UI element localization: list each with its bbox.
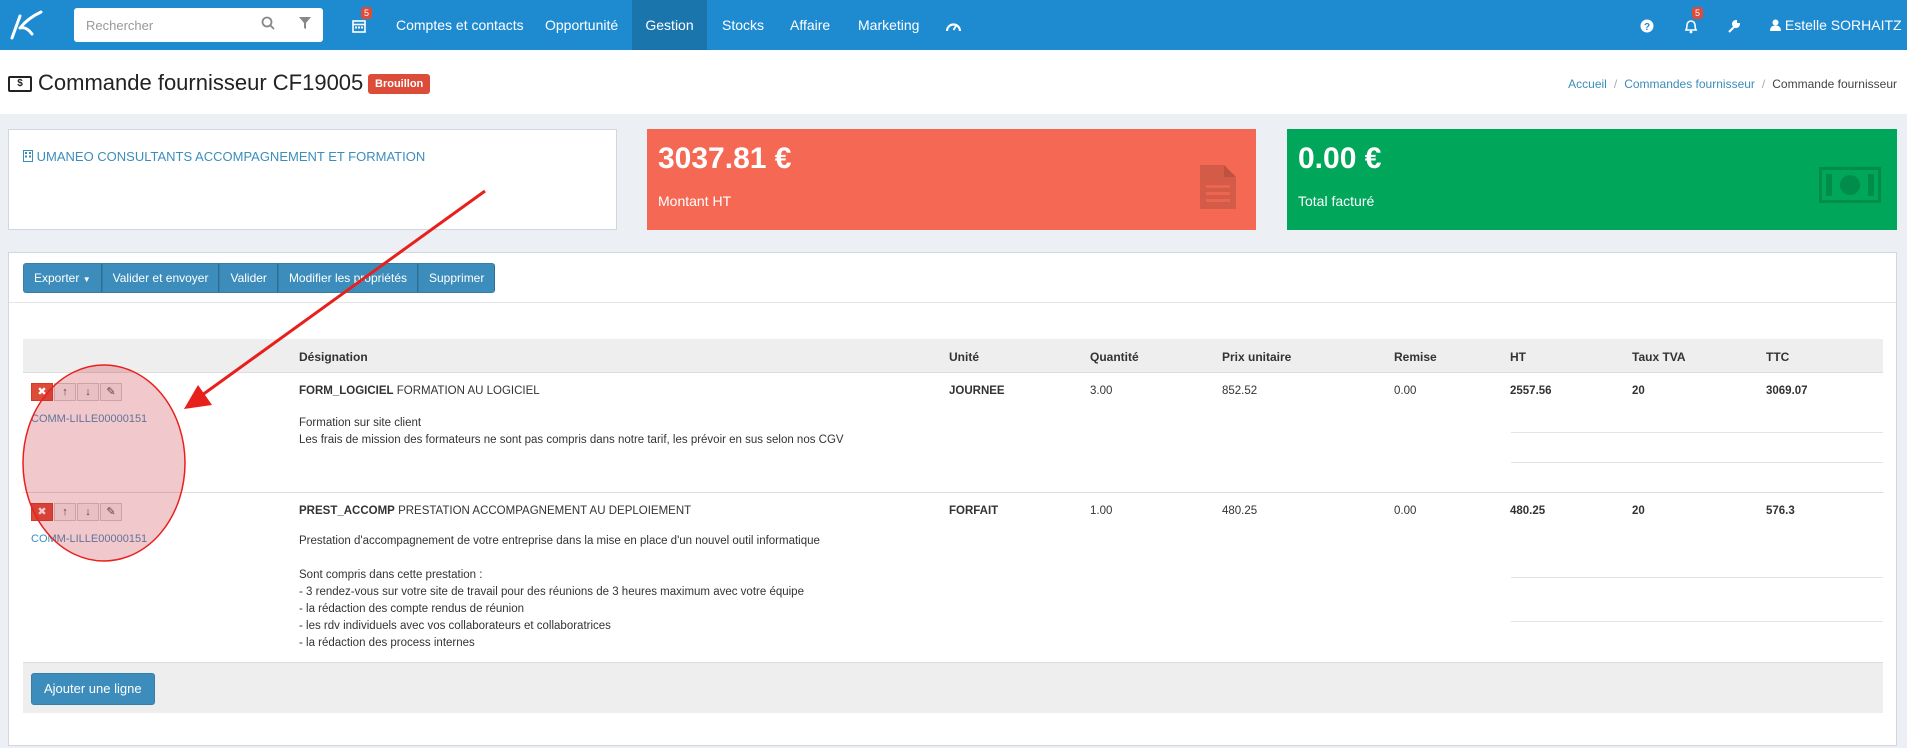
action-toolbar: Exporter ▼ Valider et envoyer Valider Mo…	[23, 263, 496, 293]
export-button[interactable]: Exporter ▼	[23, 263, 102, 293]
filter-icon[interactable]	[299, 16, 311, 33]
breadcrumb-current: Commande fournisseur	[1772, 77, 1897, 91]
line-discount: 0.00	[1394, 505, 1417, 517]
wrench-icon[interactable]	[1727, 0, 1741, 50]
invoiced-value: 0.00 €	[1298, 142, 1382, 175]
row-separator	[1511, 577, 1883, 578]
edit-icon[interactable]: ✎	[100, 503, 122, 521]
col-ttc: TTC	[1766, 350, 1790, 364]
document-icon	[1200, 165, 1236, 209]
validate-button[interactable]: Valider	[219, 263, 278, 293]
line-unit: FORFAIT	[949, 505, 999, 517]
line-unit-price: 480.25	[1222, 505, 1258, 517]
row-separator	[1511, 432, 1883, 433]
supplier-name[interactable]: UMANEO CONSULTANTS ACCOMPAGNEMENT ET FOR…	[37, 149, 426, 164]
line-title: PREST_ACCOMP PRESTATION ACCOMPAGNEMENT A…	[299, 505, 692, 517]
breadcrumb: Accueil / Commandes fournisseur / Commande f…	[1568, 77, 1897, 91]
move-up-icon[interactable]: ↑	[54, 503, 76, 521]
line-ht: 2557.56	[1510, 385, 1552, 397]
line-unit: JOURNEE	[949, 385, 1005, 397]
search-input[interactable]: Rechercher	[86, 18, 153, 33]
money-bill-icon	[1819, 167, 1881, 203]
notifications-badge: 5	[1692, 7, 1704, 19]
money-icon: $	[8, 76, 32, 93]
line-ttc: 3069.07	[1766, 385, 1808, 397]
table-row: ✖ ↑ ↓ ✎ COMM-LILLE00000151 FORM_LOGICIEL…	[23, 373, 1883, 493]
calendar-badge: 5	[361, 7, 373, 19]
move-down-icon[interactable]: ↓	[77, 503, 99, 521]
col-remise: Remise	[1394, 350, 1437, 364]
row-separator	[1511, 621, 1883, 622]
line-reference[interactable]: COMM-LILLE00000151	[31, 413, 147, 425]
amount-ht-card: 3037.81 € Montant HT	[647, 129, 1256, 230]
page-title: $ Commande fournisseur CF19005	[8, 70, 363, 96]
col-designation: Désignation	[299, 350, 368, 364]
col-taux-tva: Taux TVA	[1632, 350, 1686, 364]
dashboard-icon[interactable]	[945, 0, 962, 50]
col-quantite: Quantité	[1090, 350, 1139, 364]
line-discount: 0.00	[1394, 385, 1417, 397]
breadcrumb-orders[interactable]: Commandes fournisseur	[1624, 77, 1755, 91]
line-unit-price: 852.52	[1222, 385, 1258, 397]
line-ttc: 576.3	[1766, 505, 1795, 517]
user-menu[interactable]: Estelle SORHAITZ ▼	[1770, 0, 1907, 50]
page-header: $ Commande fournisseur CF19005 Brouillon …	[0, 50, 1907, 114]
line-tva: 20	[1632, 385, 1645, 397]
delete-line-icon[interactable]: ✖	[31, 503, 53, 521]
toolbar-divider	[9, 302, 1896, 303]
top-navbar: Rechercher 5 Comptes et contacts Opportu…	[0, 0, 1907, 50]
search-box[interactable]: Rechercher	[74, 8, 323, 42]
order-lines-box: Exporter ▼ Valider et envoyer Valider Mo…	[8, 252, 1897, 746]
move-down-icon[interactable]: ↓	[77, 383, 99, 401]
nav-stocks[interactable]: Stocks	[722, 0, 764, 50]
invoiced-label: Total facturé	[1298, 193, 1375, 209]
nav-gestion[interactable]: Gestion	[632, 0, 707, 50]
invoiced-card: 0.00 € Total facturé	[1287, 129, 1897, 230]
validate-send-button[interactable]: Valider et envoyer	[101, 263, 220, 293]
line-description: Prestation d'accompagnement de votre ent…	[299, 535, 820, 649]
app-logo[interactable]	[8, 8, 44, 42]
move-up-icon[interactable]: ↑	[54, 383, 76, 401]
line-quantity: 1.00	[1090, 505, 1113, 517]
row-actions: ✖ ↑ ↓ ✎	[31, 383, 123, 401]
nav-comptes-contacts[interactable]: Comptes et contacts	[396, 0, 524, 50]
line-tva: 20	[1632, 505, 1645, 517]
table-row: ✖ ↑ ↓ ✎ COMM-LILLE00000151 PREST_ACCOMP …	[23, 493, 1883, 663]
line-reference[interactable]: COMM-LILLE00000151	[31, 533, 147, 545]
user-name: Estelle SORHAITZ	[1784, 17, 1902, 33]
delete-line-icon[interactable]: ✖	[31, 383, 53, 401]
delete-button[interactable]: Supprimer	[418, 263, 496, 293]
help-icon[interactable]: ?	[1640, 0, 1654, 50]
user-icon	[1770, 19, 1781, 31]
edit-icon[interactable]: ✎	[100, 383, 122, 401]
nav-affaire[interactable]: Affaire	[790, 0, 830, 50]
line-description: Formation sur site client Les frais de m…	[299, 417, 844, 446]
supplier-card: UMANEO CONSULTANTS ACCOMPAGNEMENT ET FOR…	[8, 129, 617, 230]
line-ht: 480.25	[1510, 505, 1546, 517]
table-footer: Ajouter une ligne	[23, 663, 1883, 713]
col-unite: Unité	[949, 350, 979, 364]
row-actions: ✖ ↑ ↓ ✎	[31, 503, 123, 521]
add-line-button[interactable]: Ajouter une ligne	[31, 673, 155, 705]
caret-down-icon: ▼	[82, 275, 91, 284]
row-separator	[1511, 462, 1883, 463]
breadcrumb-home[interactable]: Accueil	[1568, 77, 1607, 91]
line-quantity: 3.00	[1090, 385, 1113, 397]
nav-opportunite[interactable]: Opportunité	[545, 0, 618, 50]
col-prix-unitaire: Prix unitaire	[1222, 350, 1292, 364]
nav-marketing[interactable]: Marketing	[858, 0, 919, 50]
amount-ht-value: 3037.81 €	[658, 142, 792, 175]
page-title-text: Commande fournisseur CF19005	[38, 70, 364, 95]
search-icon[interactable]	[261, 16, 275, 33]
building-icon	[23, 150, 33, 162]
edit-properties-button[interactable]: Modifier les propriétés	[277, 263, 418, 293]
status-badge: Brouillon	[368, 74, 431, 94]
col-ht: HT	[1510, 350, 1526, 364]
line-title: FORM_LOGICIEL FORMATION AU LOGICIEL	[299, 385, 540, 397]
supplier-link[interactable]: UMANEO CONSULTANTS ACCOMPAGNEMENT ET FOR…	[23, 149, 425, 164]
table-header: Désignation Unité Quantité Prix unitaire…	[23, 339, 1883, 373]
amount-ht-label: Montant HT	[658, 193, 732, 209]
svg-text:?: ?	[1644, 22, 1650, 33]
